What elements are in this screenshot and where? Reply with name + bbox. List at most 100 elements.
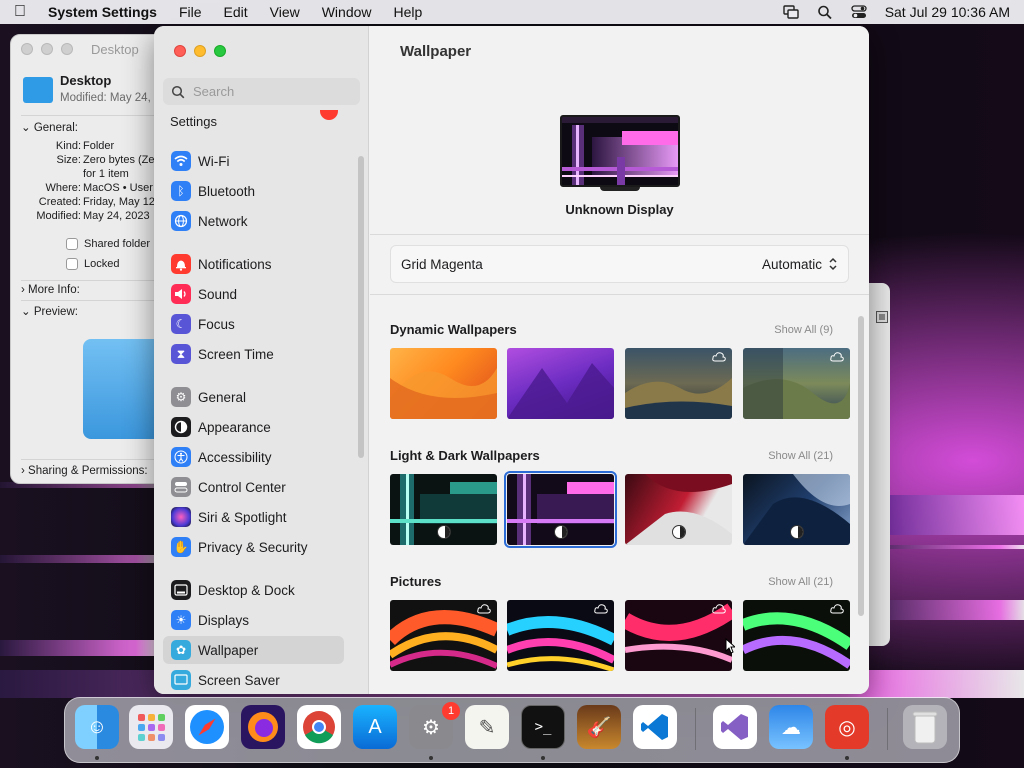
close-button[interactable] <box>174 45 186 57</box>
download-cloud-icon[interactable] <box>712 604 726 614</box>
sharing-permissions-disclosure[interactable]: › Sharing & Permissions: <box>21 465 148 477</box>
apple-menu-icon[interactable]:  <box>14 4 30 20</box>
sidebar-item-focus[interactable]: ☾ Focus <box>163 310 344 338</box>
wallpaper-thumb[interactable] <box>507 348 614 419</box>
search-placeholder: Search <box>193 84 235 99</box>
sidebar-item-desktop-dock[interactable]: Desktop & Dock <box>163 576 344 604</box>
appearance-icon <box>171 417 191 437</box>
screen-mirroring-icon[interactable] <box>782 5 799 19</box>
dock-instruments-icon[interactable]: ◎ <box>825 705 869 749</box>
sidebar-item-wifi[interactable]: Wi-Fi <box>163 147 344 175</box>
minimize-button[interactable] <box>194 45 206 57</box>
dock-app-store-icon[interactable]: A <box>353 705 397 749</box>
apple-account-settings-label[interactable]: Settings <box>170 114 217 129</box>
sidebar-item-control-center[interactable]: Control Center <box>163 473 344 501</box>
download-cloud-icon[interactable] <box>712 352 726 362</box>
zoom-button[interactable] <box>61 43 73 55</box>
dock-launchpad-icon[interactable] <box>129 705 173 749</box>
menu-help[interactable]: Help <box>394 4 423 20</box>
wallpaper-gallery: Dynamic Wallpapers Show All (9) Light & … <box>370 296 869 694</box>
download-cloud-icon[interactable] <box>594 604 608 614</box>
dock-terminal-icon[interactable]: >_ <box>521 705 565 749</box>
hand-icon: ✋ <box>171 537 191 557</box>
general-disclosure[interactable]: ⌄ General: <box>21 120 78 134</box>
menu-window[interactable]: Window <box>322 4 372 20</box>
bell-icon <box>171 254 191 274</box>
dock-weather-icon[interactable]: ☁ <box>769 705 813 749</box>
preview-disclosure[interactable]: ⌄ Preview: <box>21 304 78 318</box>
sidebar-item-network[interactable]: Network <box>163 207 344 235</box>
dock-vscode-icon[interactable] <box>633 705 677 749</box>
sidebar-item-appearance[interactable]: Appearance <box>163 413 344 441</box>
item-name: Desktop <box>60 73 112 88</box>
menu-app-name[interactable]: System Settings <box>48 4 157 20</box>
wallpaper-thumb[interactable] <box>625 348 732 419</box>
sidebar-item-privacy-security[interactable]: ✋ Privacy & Security <box>163 533 344 561</box>
sidebar-item-screen-saver[interactable]: Screen Saver <box>163 666 344 694</box>
dock-firefox-icon[interactable] <box>241 705 285 749</box>
wallpaper-thumb[interactable] <box>743 348 850 419</box>
menu-edit[interactable]: Edit <box>224 4 248 20</box>
sidebar-item-siri-spotlight[interactable]: Siri & Spotlight <box>163 503 344 531</box>
speaker-icon <box>171 284 191 304</box>
wallpaper-thumb[interactable] <box>390 600 497 671</box>
wallpaper-thumb[interactable] <box>507 600 614 671</box>
wallpaper-thumb[interactable] <box>743 600 850 671</box>
menu-file[interactable]: File <box>179 4 202 20</box>
sidebar-item-wallpaper[interactable]: ✿ Wallpaper <box>163 636 344 664</box>
menu-bar:  System Settings File Edit View Window … <box>0 0 1024 24</box>
sidebar: Search Settings Wi-Fi ᛒ Bluetooth Network… <box>154 26 369 694</box>
dock-trash-icon[interactable] <box>903 705 947 749</box>
search-icon <box>171 85 185 98</box>
close-button[interactable] <box>21 43 33 55</box>
more-info-disclosure[interactable]: › More Info: <box>21 284 80 296</box>
show-all-pictures-button[interactable]: Show All (21) <box>768 576 833 588</box>
dock-finder-icon[interactable]: ☺ <box>75 705 119 749</box>
show-all-dynamic-button[interactable]: Show All (9) <box>774 324 833 336</box>
dock-safari-icon[interactable] <box>185 705 229 749</box>
wallpaper-thumb[interactable] <box>390 474 497 545</box>
control-center-icon[interactable] <box>851 5 867 19</box>
appearance-mode-popup[interactable]: Automatic <box>762 257 838 272</box>
sidebar-item-accessibility[interactable]: Accessibility <box>163 443 344 471</box>
sidebar-item-general[interactable]: ⚙ General <box>163 383 344 411</box>
spotlight-search-icon[interactable] <box>817 5 833 19</box>
section-title-pictures: Pictures <box>390 574 442 589</box>
download-cloud-icon[interactable] <box>477 604 491 614</box>
menubar-clock[interactable]: Sat Jul 29 10:36 AM <box>885 4 1010 20</box>
dock-visual-studio-icon[interactable] <box>713 705 757 749</box>
settings-badge: 1 <box>442 702 460 720</box>
wallpaper-thumb[interactable] <box>390 348 497 419</box>
siri-icon <box>171 507 191 527</box>
show-all-light-dark-button[interactable]: Show All (21) <box>768 450 833 462</box>
wallpaper-thumb[interactable] <box>625 600 732 671</box>
dock-textedit-icon[interactable]: ✎ <box>465 705 509 749</box>
zoom-button[interactable] <box>214 45 226 57</box>
sidebar-item-screen-time[interactable]: ⧗ Screen Time <box>163 340 344 368</box>
dock-garageband-icon[interactable]: 🎸 <box>577 705 621 749</box>
minimize-button[interactable] <box>41 43 53 55</box>
shared-folder-checkbox[interactable]: Shared folder <box>66 238 150 250</box>
search-field[interactable]: Search <box>163 78 360 105</box>
wallpaper-thumb[interactable] <box>743 474 850 545</box>
dock-chrome-icon[interactable] <box>297 705 341 749</box>
sidebar-scrollbar[interactable] <box>358 156 364 458</box>
wallpaper-thumb-selected[interactable] <box>504 471 617 548</box>
locked-checkbox[interactable]: Locked <box>66 258 119 270</box>
display-preview-image <box>560 115 680 187</box>
sidebar-item-sound[interactable]: Sound <box>163 280 344 308</box>
sidebar-item-bluetooth[interactable]: ᛒ Bluetooth <box>163 177 344 205</box>
accessibility-icon <box>171 447 191 467</box>
menu-view[interactable]: View <box>270 4 300 20</box>
download-cloud-icon[interactable] <box>830 352 844 362</box>
gallery-scrollbar[interactable] <box>858 316 864 616</box>
sidebar-item-displays[interactable]: ☀ Displays <box>163 606 344 634</box>
bluetooth-icon: ᛒ <box>171 181 191 201</box>
wallpaper-thumb[interactable] <box>625 474 732 545</box>
wifi-icon <box>171 151 191 171</box>
dock: ☺ A ⚙ 1 ✎ >_ 🎸 ☁ ◎ <box>64 697 960 763</box>
download-cloud-icon[interactable] <box>830 604 844 614</box>
sidebar-item-notifications[interactable]: Notifications <box>163 250 344 278</box>
list-view-icon[interactable] <box>876 311 888 323</box>
mouse-cursor-icon <box>725 638 735 654</box>
